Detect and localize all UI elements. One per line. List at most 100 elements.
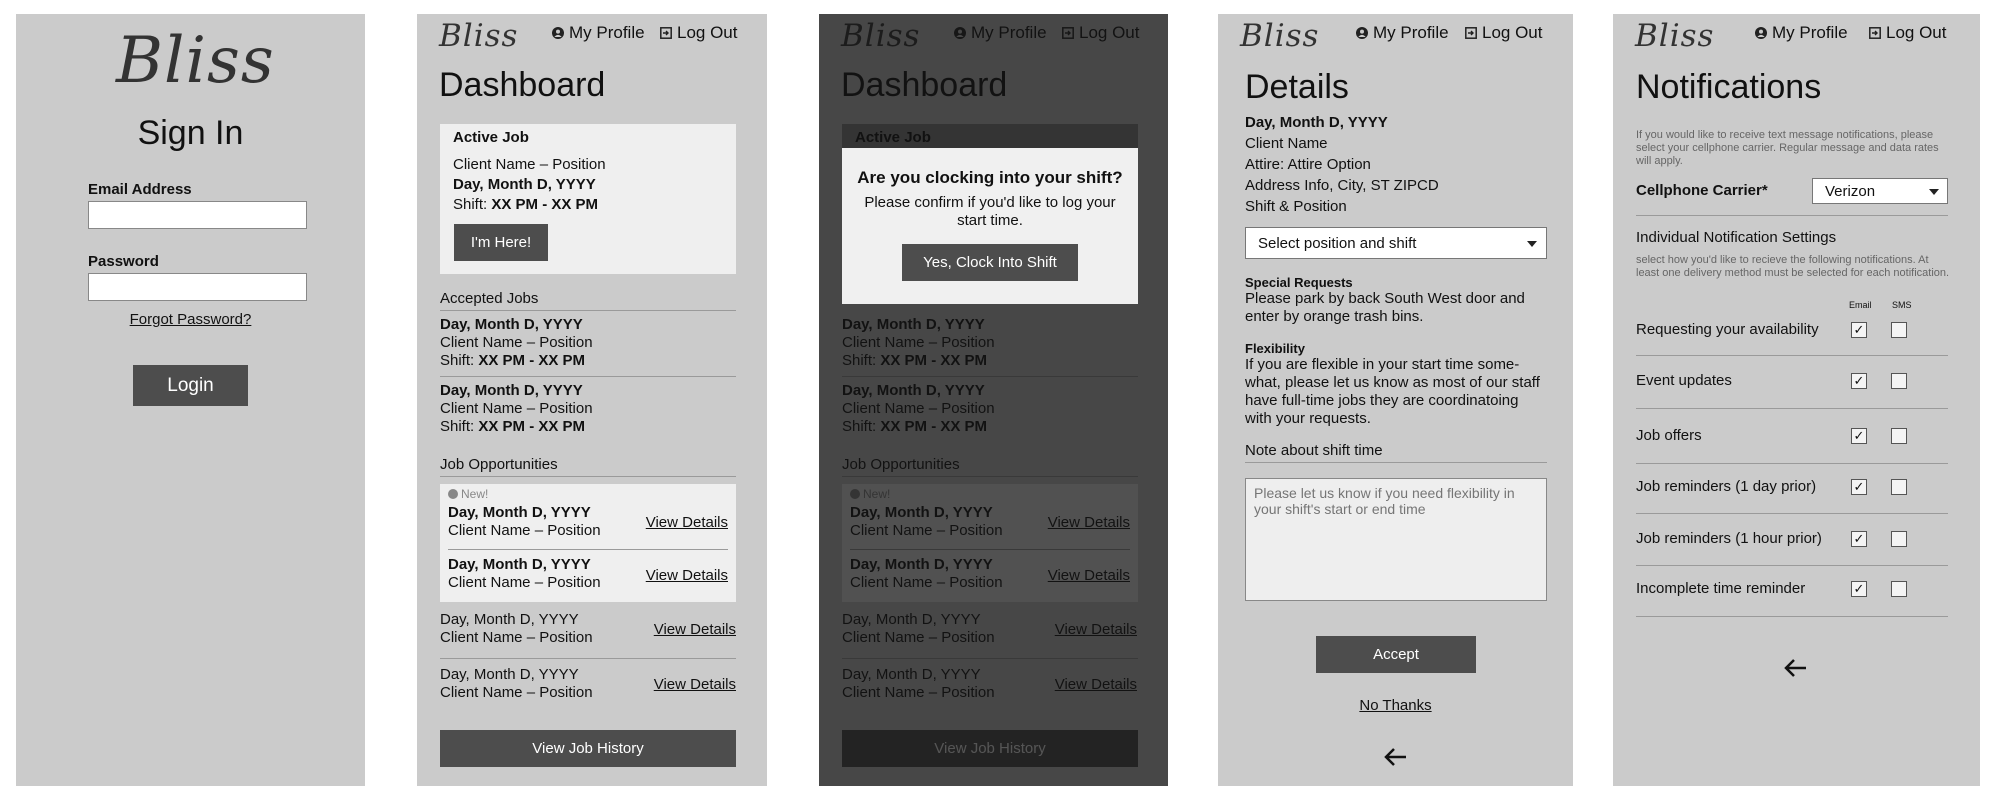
divider	[440, 310, 736, 311]
new-opportunities-card: New! Day, Month D, YYYY Client Name – Po…	[440, 484, 736, 602]
modal-question: Are you clocking into your shift?	[857, 168, 1123, 187]
divider	[440, 476, 736, 477]
page-title: Notifications	[1636, 68, 1822, 106]
active-job-heading: Active Job	[453, 129, 529, 146]
email-checkbox[interactable]: ✓	[1851, 479, 1867, 495]
sms-checkbox[interactable]	[1891, 373, 1907, 389]
chevron-down-icon	[1929, 189, 1939, 195]
notification-row-label: Event updates	[1636, 372, 1732, 389]
back-arrow-icon[interactable]	[1384, 747, 1408, 767]
password-field[interactable]	[88, 273, 307, 301]
special-requests-heading: Special Requests	[1245, 275, 1353, 290]
login-button[interactable]: Login	[133, 365, 248, 406]
shift-note-textarea[interactable]	[1245, 478, 1547, 601]
notification-row-label: Requesting your availability	[1636, 321, 1819, 338]
logo: Bliss	[1240, 18, 1320, 54]
position-shift-select[interactable]: Select position and shift	[1245, 227, 1547, 259]
page-title: Sign In	[137, 114, 244, 152]
logout-icon	[660, 27, 672, 39]
opportunity-item: Day, Month D, YYYY Client Name – Positio…	[440, 666, 593, 701]
clock-in-modal: Are you clocking into your shift? Please…	[842, 148, 1138, 304]
logo: Bliss	[1635, 18, 1715, 54]
logout-icon	[1465, 27, 1477, 39]
sms-checkbox[interactable]	[1891, 479, 1907, 495]
email-checkbox[interactable]: ✓	[1851, 531, 1867, 547]
view-details-link[interactable]: View Details	[654, 621, 736, 639]
active-job-card: Active Job Client Name – Position Day, M…	[440, 124, 736, 274]
forgot-password-link[interactable]: Forgot Password?	[16, 311, 365, 328]
settings-heading: Individual Notification Settings	[1636, 229, 1837, 246]
notification-row-label: Job offers	[1636, 427, 1702, 444]
im-here-button[interactable]: I'm Here!	[454, 224, 548, 261]
email-checkbox[interactable]: ✓	[1851, 322, 1867, 338]
my-profile-label: My Profile	[1772, 23, 1848, 42]
logo: Bliss	[116, 24, 275, 98]
log-out-label: Log Out	[677, 23, 738, 42]
note-heading: Note about shift time	[1245, 442, 1383, 459]
chevron-down-icon	[1527, 241, 1537, 247]
special-requests-text: Please park by back South West door and …	[1245, 290, 1525, 325]
view-details-link[interactable]: View Details	[654, 676, 736, 694]
no-thanks-link[interactable]: No Thanks	[1218, 697, 1573, 714]
log-out-link[interactable]: Log Out	[660, 23, 738, 43]
view-details-link[interactable]: View Details	[646, 514, 728, 532]
opportunity-item: Day, Month D, YYYY Client Name – Positio…	[448, 556, 601, 591]
email-checkbox[interactable]: ✓	[1851, 428, 1867, 444]
sms-checkbox[interactable]	[1891, 531, 1907, 547]
job-date: Day, Month D, YYYY	[1245, 114, 1388, 131]
signin-screen: Bliss Sign In Email Address Password For…	[16, 14, 365, 786]
notification-row-label: Incomplete time reminder	[1636, 580, 1806, 597]
sms-checkbox[interactable]	[1891, 581, 1907, 597]
new-badge: New!	[448, 487, 488, 501]
sms-checkbox[interactable]	[1891, 428, 1907, 444]
attire: Attire: Attire Option	[1245, 156, 1371, 173]
log-out-link[interactable]: Log Out	[1869, 23, 1947, 43]
divider	[1636, 616, 1948, 617]
my-profile-label: My Profile	[569, 23, 645, 42]
password-label: Password	[88, 253, 159, 270]
email-checkbox[interactable]: ✓	[1851, 581, 1867, 597]
log-out-label: Log Out	[1482, 23, 1543, 42]
client-name: Client Name	[1245, 135, 1328, 152]
log-out-label: Log Out	[1886, 23, 1947, 42]
back-arrow-icon[interactable]	[1784, 658, 1808, 678]
view-job-history-button[interactable]: View Job History	[440, 730, 736, 767]
clock-into-shift-button[interactable]: Yes, Clock Into Shift	[902, 244, 1078, 281]
divider	[1636, 513, 1948, 514]
settings-description: select how you'd like to recieve the fol…	[1636, 254, 1950, 279]
accepted-job: Day, Month D, YYYY Client Name – Positio…	[440, 316, 593, 369]
view-details-link[interactable]: View Details	[646, 567, 728, 585]
address: Address Info, City, ST ZIPCD	[1245, 177, 1439, 194]
opportunity-item: Day, Month D, YYYY Client Name – Positio…	[440, 611, 593, 646]
divider	[440, 658, 736, 659]
email-column-header: Email	[1849, 300, 1872, 310]
divider	[1636, 215, 1948, 216]
email-checkbox[interactable]: ✓	[1851, 373, 1867, 389]
active-job-date: Day, Month D, YYYY	[453, 176, 596, 193]
info-icon	[448, 489, 458, 499]
accept-button[interactable]: Accept	[1316, 636, 1476, 673]
user-icon	[1755, 27, 1767, 39]
divider	[1636, 565, 1948, 566]
divider	[1636, 355, 1948, 356]
user-icon	[1356, 27, 1368, 39]
my-profile-link[interactable]: My Profile	[552, 23, 645, 43]
my-profile-link[interactable]: My Profile	[1356, 23, 1449, 43]
sms-checkbox[interactable]	[1891, 322, 1907, 338]
accepted-jobs-heading: Accepted Jobs	[440, 290, 539, 307]
notification-row-label: Job reminders (1 hour prior)	[1636, 530, 1822, 547]
logout-icon	[1869, 27, 1881, 39]
user-icon	[552, 27, 564, 39]
dashboard-modal-screen: Bliss My Profile Log Out Dashboard Activ…	[819, 14, 1168, 786]
carrier-select[interactable]: Verizon	[1812, 178, 1948, 204]
flexibility-heading: Flexibility	[1245, 341, 1305, 356]
my-profile-link[interactable]: My Profile	[1755, 23, 1848, 43]
carrier-intro: If you would like to receive text messag…	[1636, 129, 1939, 167]
email-field[interactable]	[88, 201, 307, 229]
divider	[440, 376, 736, 377]
modal-body: Please confirm if you'd like to log your…	[864, 194, 1116, 229]
logo: Bliss	[439, 18, 519, 54]
divider	[1245, 462, 1547, 463]
log-out-link[interactable]: Log Out	[1465, 23, 1543, 43]
opportunity-item: Day, Month D, YYYY Client Name – Positio…	[448, 504, 601, 539]
